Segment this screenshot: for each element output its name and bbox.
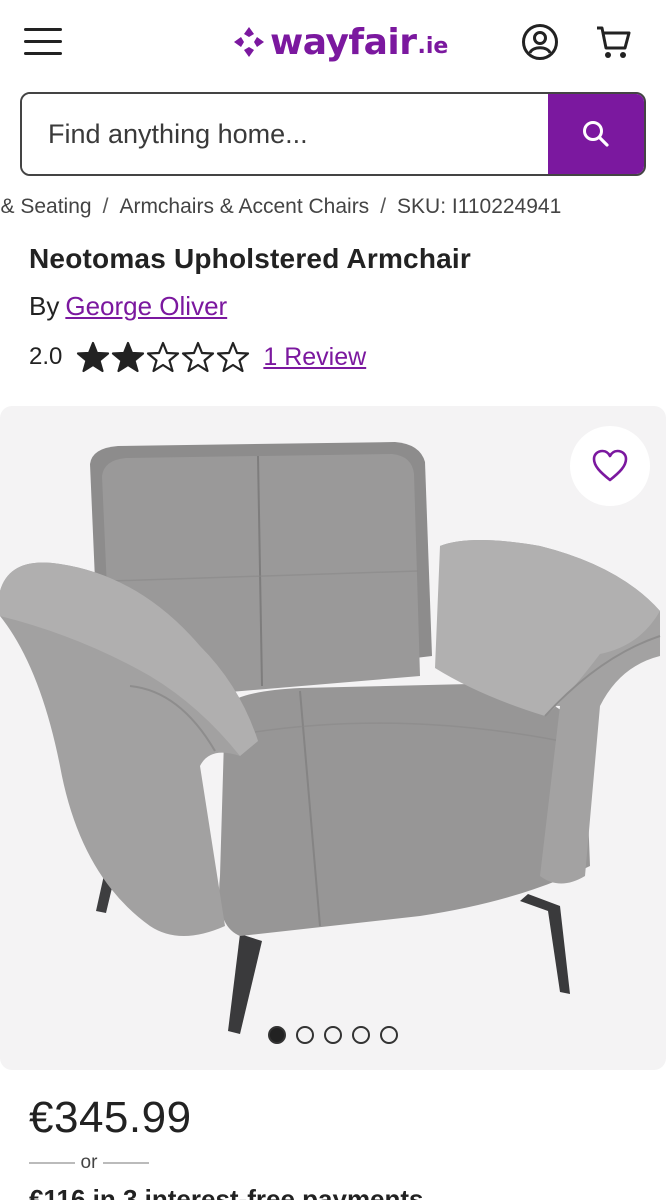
menu-icon[interactable] <box>24 28 62 56</box>
wayfair-logo[interactable]: wayfair .ie <box>232 20 448 64</box>
product-title: Neotomas Upholstered Armchair <box>29 243 471 274</box>
rating-value: 2.0 <box>29 343 63 370</box>
breadcrumb-item-chairs-seating[interactable]: Chairs & Seating <box>0 195 92 218</box>
search-button[interactable] <box>548 94 644 174</box>
gallery-dot[interactable] <box>352 1026 370 1044</box>
product-image-gallery[interactable] <box>0 406 666 1070</box>
logo-brand: wayfair <box>270 21 417 63</box>
search-bar <box>20 92 646 176</box>
gallery-dot[interactable] <box>324 1026 342 1044</box>
review-link[interactable]: 1 Review <box>263 343 366 372</box>
gallery-dot[interactable] <box>268 1026 286 1044</box>
account-icon[interactable] <box>520 22 560 62</box>
gallery-pagination <box>268 1026 408 1044</box>
star-empty-icon <box>182 341 215 373</box>
product-byline: By George Oliver <box>29 291 227 322</box>
search-input[interactable] <box>22 94 548 174</box>
brand-link[interactable]: George Oliver <box>65 291 227 321</box>
product-price: €345.99 <box>29 1093 192 1142</box>
gallery-dot[interactable] <box>380 1026 398 1044</box>
or-divider: or <box>29 1150 149 1176</box>
or-label: or <box>80 1152 98 1173</box>
site-header: wayfair .ie <box>0 0 666 86</box>
star-rating <box>76 341 251 373</box>
armchair-image <box>0 442 661 1034</box>
by-label: By <box>29 291 60 321</box>
breadcrumb-item-armchairs[interactable]: Armchairs & Accent Chairs <box>119 195 369 218</box>
heart-icon <box>592 449 628 482</box>
breadcrumb-separator: / <box>102 195 109 218</box>
installment-offer[interactable]: €116 in 3 interest-free payments <box>29 1184 424 1200</box>
breadcrumb-separator: / <box>380 195 387 218</box>
logo-mark-icon <box>234 27 264 57</box>
star-filled-icon <box>112 341 145 373</box>
star-empty-icon <box>147 341 180 373</box>
star-empty-icon <box>217 341 250 373</box>
logo-tld: .ie <box>417 33 449 59</box>
search-icon <box>583 121 609 147</box>
breadcrumb-item-sku: SKU: I110224941 <box>397 195 562 218</box>
star-filled-icon <box>77 341 110 373</box>
product-rating: 2.0 1 Review <box>29 340 366 374</box>
gallery-dot[interactable] <box>296 1026 314 1044</box>
cart-icon[interactable] <box>594 22 632 62</box>
breadcrumb: Chairs & Seating / Armchairs & Accent Chai… <box>0 195 666 225</box>
favorite-button[interactable] <box>570 426 650 506</box>
